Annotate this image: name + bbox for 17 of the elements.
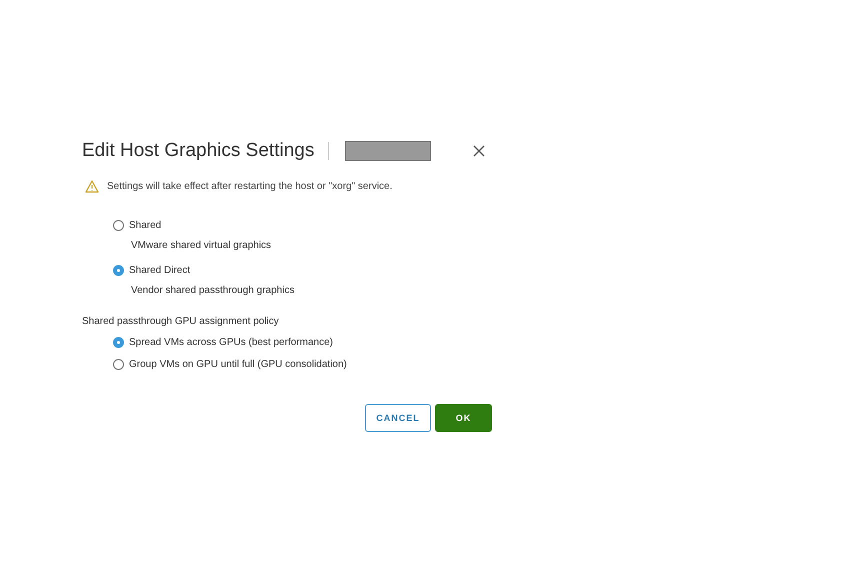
ok-button[interactable]: OK — [435, 404, 492, 432]
radio-button[interactable] — [113, 358, 124, 370]
option-description: Vendor shared passthrough graphics — [131, 285, 296, 298]
warning-message: Settings will take effect after restarting the host or "xorg" service. — [107, 181, 392, 192]
cancel-button[interactable]: CANCEL — [365, 404, 431, 432]
radio-label: Spread VMs across GPUs (best performance) — [129, 336, 333, 348]
radio-button[interactable] — [113, 264, 124, 276]
section-heading: Shared passthrough GPU assignment policy — [82, 316, 280, 327]
warning-icon — [85, 180, 99, 193]
radio-button[interactable] — [113, 336, 124, 348]
option-description: VMware shared virtual graphics — [131, 240, 272, 253]
radio-button[interactable] — [113, 220, 124, 230]
close-icon[interactable] — [473, 145, 486, 157]
radio-label: Shared Direct — [129, 264, 190, 276]
radio-label: Group VMs on GPU until full (GPU consolidation) — [129, 358, 347, 370]
radio-label: Shared — [129, 220, 162, 230]
dialog-title: Edit Host Graphics Settings — [82, 140, 314, 162]
